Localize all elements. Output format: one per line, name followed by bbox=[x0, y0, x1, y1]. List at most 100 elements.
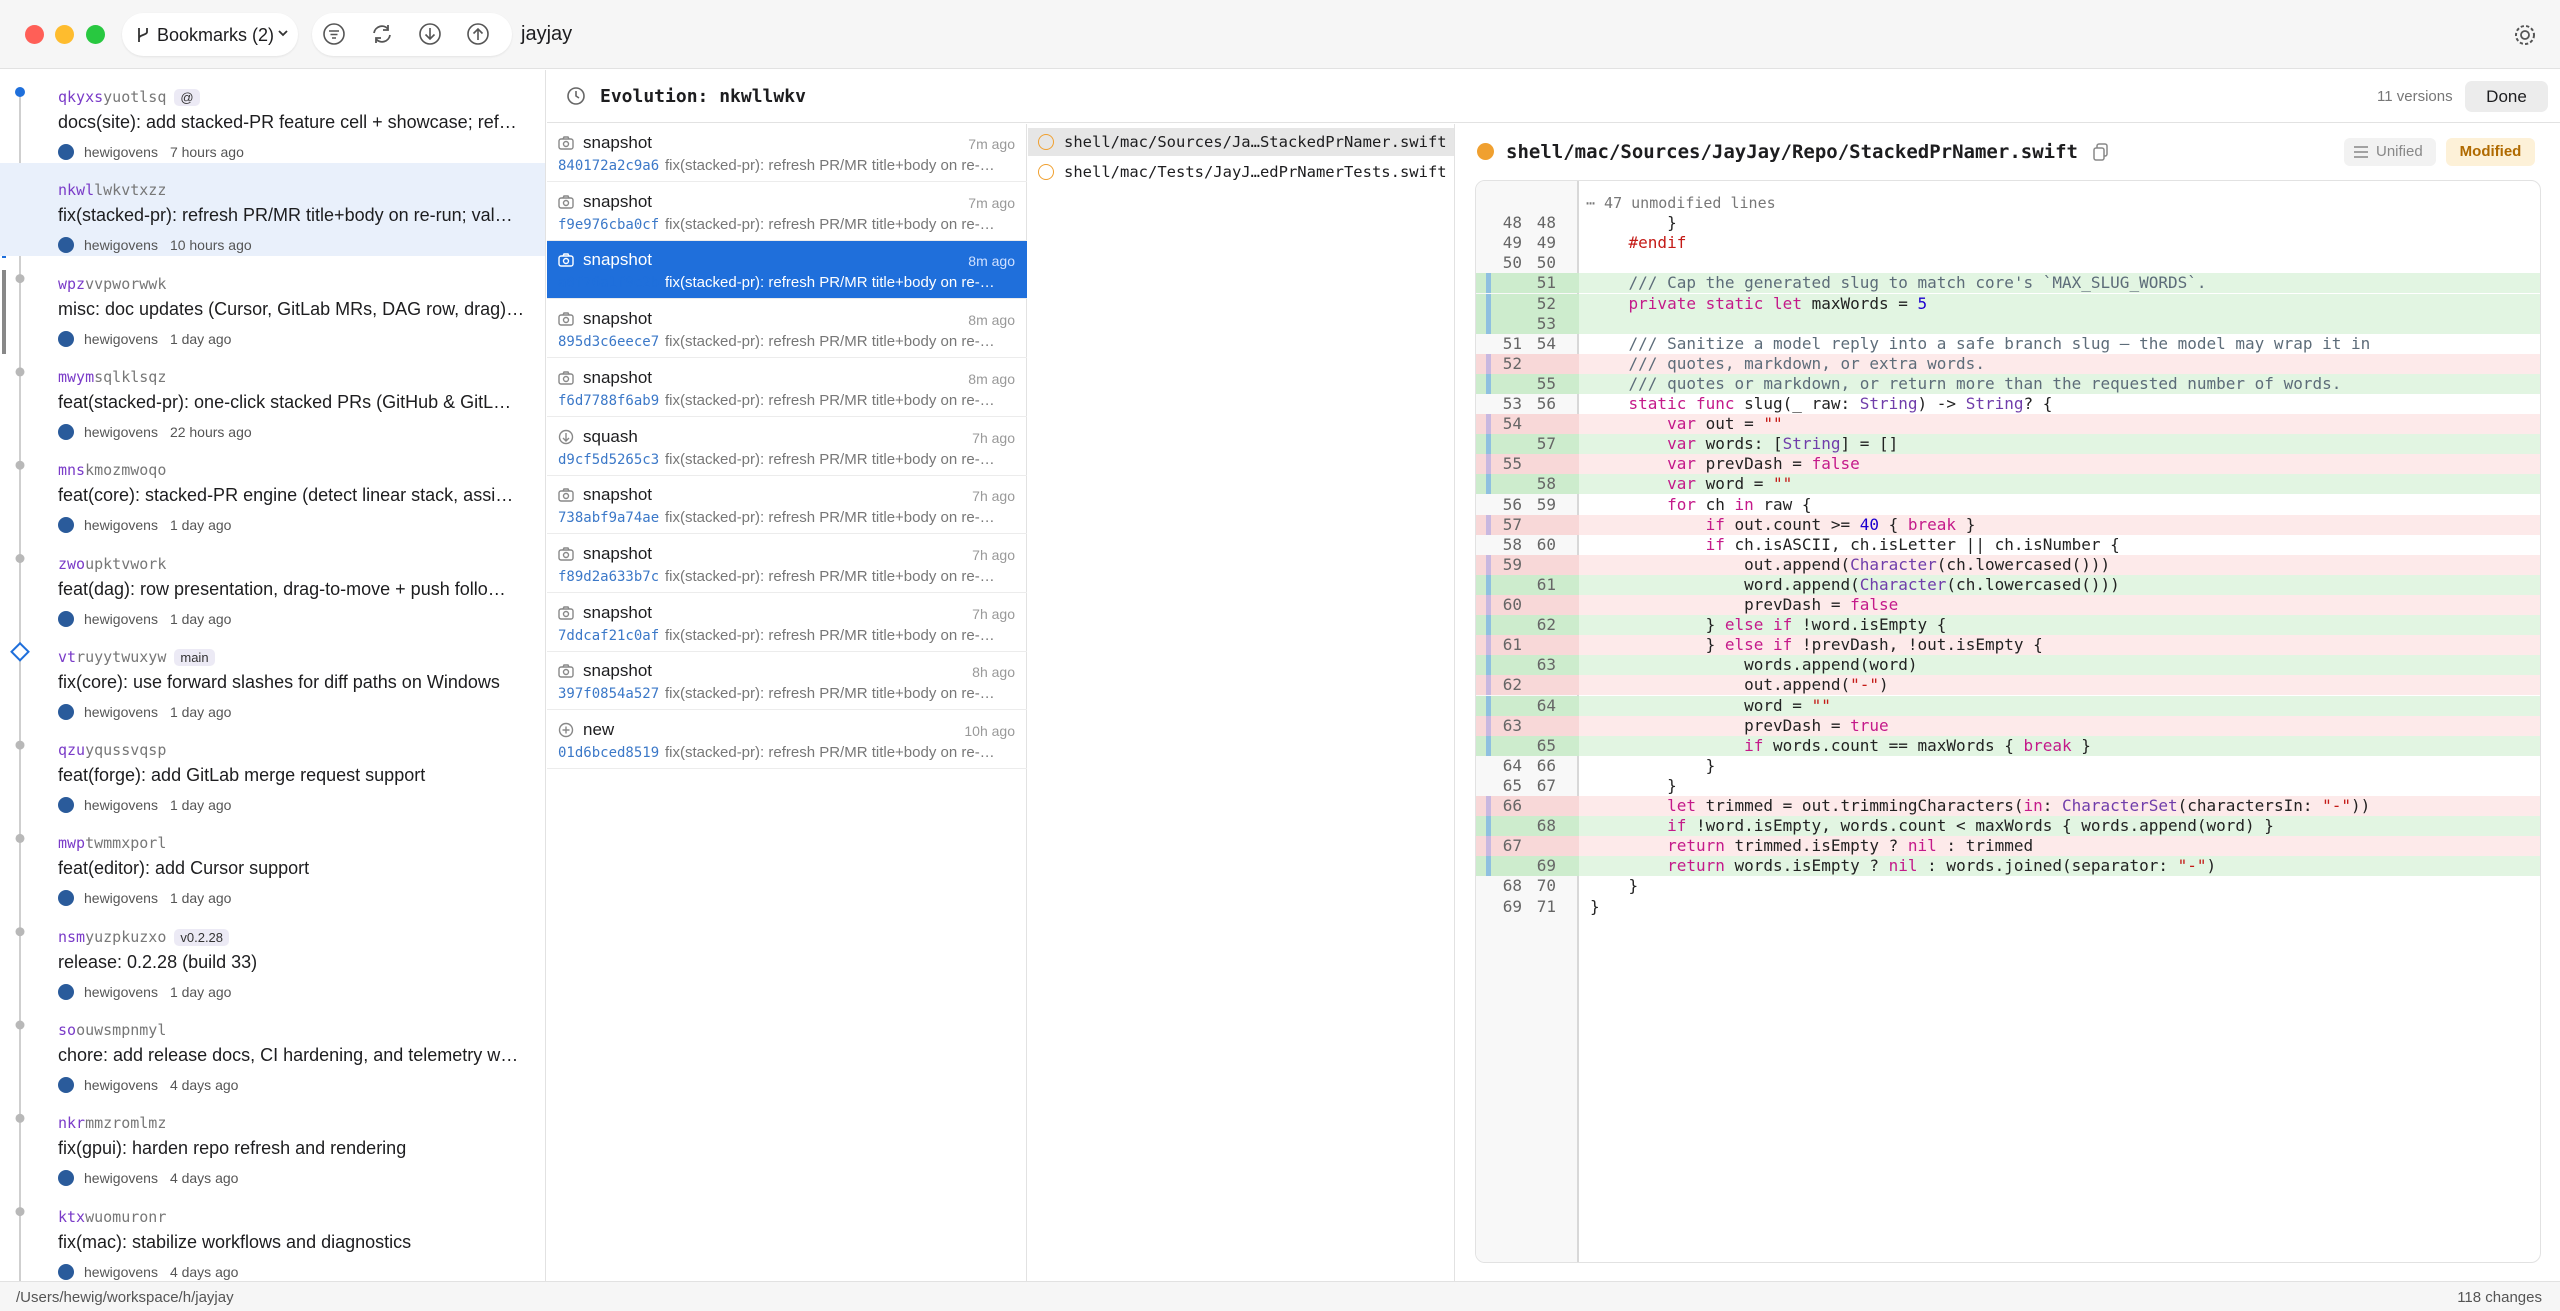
commit-row[interactable]: zwoupktvwork feat(dag): row presentation,… bbox=[0, 537, 545, 630]
changed-file[interactable]: shell/mac/Sources/Ja…StackedPrNamer.swif… bbox=[1028, 128, 1454, 156]
avatar bbox=[58, 983, 74, 1000]
change-id-prefix: qkyxs bbox=[58, 88, 104, 106]
change-marker bbox=[1486, 695, 1491, 716]
old-line-number: 58 bbox=[1502, 534, 1522, 554]
commit-row[interactable]: wpzvvpworwwk misc: doc updates (Cursor, G… bbox=[0, 257, 545, 350]
entry-time: 10h ago bbox=[964, 723, 1015, 739]
commit-row[interactable]: qzuyqussvqsp feat(forge): add GitLab merg… bbox=[0, 723, 545, 816]
status-bar: /Users/hewig/workspace/h/jayjay 118 chan… bbox=[0, 1281, 2560, 1311]
change-id-rest: yqussvqsp bbox=[85, 741, 167, 760]
evolution-entry[interactable]: squash 7h ago d9cf5d5265c3 fix(stacked-pr):… bbox=[547, 418, 1027, 476]
commit-time: 1 day ago bbox=[169, 890, 232, 907]
change-marker bbox=[1486, 856, 1491, 877]
entry-type: new bbox=[583, 720, 615, 739]
entry-message: fix(stacked-pr): refresh PR/MR title+bod… bbox=[665, 626, 995, 644]
zoom-window-button[interactable] bbox=[86, 25, 105, 44]
change-marker bbox=[1486, 434, 1491, 455]
evolution-entry[interactable]: snapshot 7h ago f89d2a633b7c fix(stacked-pr… bbox=[547, 535, 1027, 593]
commit-row[interactable]: nsmyuzpkuzxo v0.2.28 release: 0.2.28 (buil… bbox=[0, 910, 545, 1003]
entry-time: 8h ago bbox=[972, 664, 1015, 681]
author-name: hewigovens bbox=[84, 797, 158, 814]
new-line-number: 62 bbox=[1536, 615, 1556, 635]
avatar bbox=[58, 423, 74, 440]
change-id-prefix: ktx bbox=[58, 1207, 86, 1226]
commit-title: chore: add release docs, CI hardening, a… bbox=[58, 1045, 519, 1065]
evolution-entry[interactable]: snapshot 7m ago 840172a2c9a6 fix(stacked-pr… bbox=[547, 124, 1027, 182]
commit-title: docs(site): add stacked-PR feature cell … bbox=[58, 112, 517, 132]
commit-row[interactable]: vtruyytwuxyw main fix(core): use forward s… bbox=[0, 630, 545, 723]
evolution-entry[interactable]: snapshot 8m ago 895d3c6eece7 fix(stacked-pr… bbox=[547, 300, 1027, 359]
code-text: if words.count == maxWords { break } bbox=[1744, 735, 2091, 755]
evolution-entry[interactable]: new 10h ago 01d6bced8519 fix(stacked-pr): r… bbox=[547, 711, 1027, 769]
unified-view-toggle[interactable]: Unified bbox=[2344, 138, 2436, 166]
toolbar: Bookmarks (2) jayjay bbox=[0, 0, 2560, 69]
new-line-number: 51 bbox=[1536, 273, 1556, 293]
change-marker bbox=[1486, 615, 1491, 636]
tag-badge: v0.2.28 bbox=[174, 928, 230, 946]
context-line: 48 48 } bbox=[1476, 213, 2540, 233]
evolution-entry[interactable]: snapshot 7h ago 738abf9a74ae fix(stacked-pr… bbox=[547, 476, 1027, 535]
change-id-rest: vvpworwwk bbox=[85, 274, 167, 293]
camera-icon bbox=[558, 194, 574, 210]
code-text: } bbox=[1590, 876, 1639, 896]
minimize-window-button[interactable] bbox=[55, 25, 74, 44]
commit-meta: hewigovens 7 hours ago bbox=[84, 144, 244, 160]
refresh-icon[interactable] bbox=[368, 20, 396, 48]
diff-view[interactable]: ⋯ 47 unmodified lines 48 48 } 49 49 #endif 50… bbox=[1475, 180, 2541, 1263]
commit-row[interactable]: qkyxsyuotlsq @ docs(site): add stacked-PR … bbox=[0, 70, 545, 163]
commit-row[interactable]: ktxwuomuronr fix(mac): stabilize workflow… bbox=[0, 1190, 545, 1281]
commit-row[interactable]: soouwsmpnmyl chore: add release docs, CI … bbox=[0, 1003, 545, 1096]
added-line: 51 /// Cap the generated slug to match c… bbox=[1476, 273, 2540, 294]
changed-file[interactable]: shell/mac/Tests/JayJ…edPrNamerTests.swif… bbox=[1028, 158, 1454, 186]
code-text: words.append(word) bbox=[1590, 655, 1918, 675]
camera-icon bbox=[558, 252, 574, 268]
code-text: var words: [String] = [] bbox=[1667, 434, 1899, 454]
gear-icon[interactable] bbox=[2511, 21, 2539, 49]
change-marker bbox=[1486, 193, 1491, 213]
close-window-button[interactable] bbox=[25, 25, 44, 44]
commit-time: 1 day ago bbox=[169, 983, 232, 1000]
entry-type: snapshot bbox=[583, 661, 652, 681]
entry-time: 7h ago bbox=[972, 546, 1015, 563]
evolution-entry[interactable]: snapshot 8h ago 397f0854a527 fix(stacked-pr… bbox=[547, 652, 1027, 711]
change-marker bbox=[1486, 655, 1491, 676]
evolution-entry[interactable]: snapshot 8m ago f6d7788f6ab9 fix(stacked-pr… bbox=[547, 359, 1027, 417]
evolution-entry[interactable]: snapshot 7m ago f9e976cba0cf fix(stacked-pr… bbox=[547, 183, 1027, 241]
change-marker bbox=[1486, 735, 1491, 756]
new-line-number: 52 bbox=[1536, 293, 1556, 313]
code-text: for ch in raw { bbox=[1667, 494, 1812, 514]
commit-title: feat(dag): row presentation, drag-to-mov… bbox=[58, 578, 506, 599]
modified-status-icon bbox=[1477, 143, 1494, 160]
entry-message: fix(stacked-pr): refresh PR/MR title+bod… bbox=[665, 567, 995, 585]
removed-line: 63 prevDash = true bbox=[1476, 715, 2540, 736]
bookmarks-menu[interactable]: Bookmarks (2) bbox=[122, 13, 298, 56]
done-button[interactable]: Done bbox=[2465, 81, 2548, 112]
entry-message: fix(stacked-pr): refresh PR/MR title+bod… bbox=[665, 685, 995, 703]
commit-title: feat(forge): add GitLab merge request su… bbox=[58, 765, 426, 786]
commit-row[interactable]: nkwllwkvtxzz fix(stacked-pr): refresh PR/… bbox=[0, 163, 545, 257]
commit-list: qkyxsyuotlsq @ docs(site): add stacked-PR … bbox=[0, 70, 546, 1281]
new-line-number: 55 bbox=[1536, 373, 1556, 393]
commit-row[interactable]: mnskmozmwoqo feat(core): stacked-PR engin… bbox=[0, 443, 545, 536]
copy-path-icon[interactable] bbox=[2092, 142, 2110, 162]
filter-icon[interactable] bbox=[320, 20, 348, 48]
evolution-entry[interactable]: snapshot 8m ago a0f76a1f9e2b fix(stacked-pr… bbox=[547, 241, 1027, 300]
commit-row[interactable]: mwymsqlklsqz feat(stacked-pr): one-click … bbox=[0, 350, 545, 443]
context-line: 58 60 if ch.isASCII, ch.isLetter || ch.is… bbox=[1476, 534, 2540, 555]
fetch-icon[interactable] bbox=[416, 20, 444, 48]
author-name: hewigovens bbox=[84, 1170, 158, 1187]
repo-path: /Users/hewig/workspace/h/jayjay bbox=[16, 1289, 234, 1306]
code-text: if out.count >= 40 { break } bbox=[1705, 514, 1976, 534]
push-icon[interactable] bbox=[464, 20, 492, 48]
code-text: } else if !prevDash, !out.isEmpty { bbox=[1590, 635, 2043, 655]
commit-row[interactable]: nkrmmzromlmz fix(gpui): harden repo refre… bbox=[0, 1096, 545, 1189]
change-id-rest: mmzromlmz bbox=[85, 1114, 167, 1133]
old-line-number: 53 bbox=[1502, 394, 1522, 413]
bookmarks-label: Bookmarks (2) bbox=[157, 25, 275, 45]
evolution-entry[interactable]: snapshot 7h ago 7ddcaf21c0af fix(stacked-pr… bbox=[547, 594, 1027, 652]
context-line: 49 49 #endif bbox=[1476, 233, 2540, 253]
commit-row[interactable]: mwptwmmxporl feat(editor): add Cursor sup… bbox=[0, 816, 545, 909]
removed-line: 67 return trimmed.isEmpty ? nil : trimme… bbox=[1476, 836, 2540, 857]
entry-time: 7h ago bbox=[972, 429, 1015, 446]
gutter-bg bbox=[1476, 193, 1579, 213]
